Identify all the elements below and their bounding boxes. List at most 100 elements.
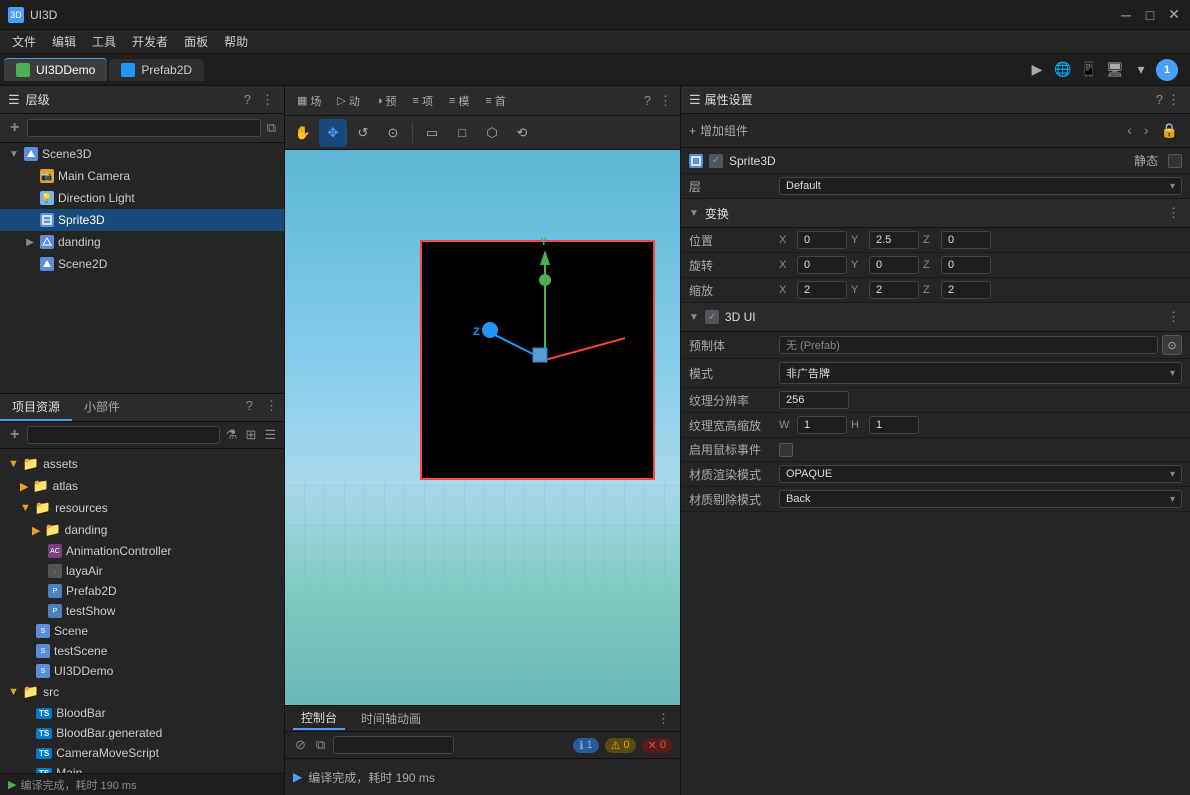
toolbar-anim[interactable]: ▷ 动 bbox=[331, 91, 365, 111]
console-clear[interactable]: ⊘ bbox=[293, 735, 308, 755]
tool-box[interactable]: □ bbox=[448, 119, 476, 147]
comp-sprite3d-checkbox[interactable] bbox=[709, 154, 723, 168]
toolbar-home[interactable]: ≡ 首 bbox=[479, 91, 511, 111]
assets-help[interactable]: ? bbox=[240, 394, 259, 421]
section-3dui-menu[interactable]: ⋮ bbox=[1165, 307, 1182, 327]
rot-y-input[interactable] bbox=[869, 256, 919, 274]
hierarchy-help[interactable]: ? bbox=[242, 90, 253, 109]
tool-reset[interactable]: ⟲ bbox=[508, 119, 536, 147]
assets-grid-view[interactable]: ⊞ bbox=[243, 425, 258, 445]
arrow-danding[interactable]: ▶ bbox=[24, 237, 36, 248]
dropdown-button[interactable]: ▾ bbox=[1130, 59, 1152, 81]
tool-rotate[interactable]: ↺ bbox=[349, 119, 377, 147]
assets-search-input[interactable] bbox=[27, 426, 219, 444]
tree-item-scene2d[interactable]: ▶ Scene2D bbox=[0, 253, 284, 275]
section-transform-menu[interactable]: ⋮ bbox=[1165, 203, 1182, 223]
matrendermode-dropdown[interactable]: OPAQUE ▾ bbox=[779, 465, 1182, 483]
section-3dui[interactable]: ▼ 3D UI ⋮ bbox=[681, 303, 1190, 332]
toolbar-preview[interactable]: ◑ 预 bbox=[370, 91, 403, 111]
scene-help[interactable]: ? bbox=[642, 91, 653, 110]
texres-input[interactable] bbox=[779, 391, 849, 409]
lock-btn[interactable]: 🔒 bbox=[1157, 120, 1182, 141]
mode-dropdown[interactable]: 非广告牌 ▾ bbox=[779, 362, 1182, 384]
assets-filter[interactable]: ⚗ bbox=[224, 425, 240, 445]
props-menu[interactable]: ⋮ bbox=[1165, 90, 1182, 110]
prefab-input[interactable] bbox=[779, 336, 1158, 354]
tool-rect[interactable]: ▭ bbox=[418, 119, 446, 147]
file-bloodbar-gen[interactable]: TS BloodBar.generated bbox=[4, 723, 280, 743]
file-animcontroller[interactable]: AC AnimationController bbox=[4, 541, 280, 561]
menu-file[interactable]: 文件 bbox=[4, 31, 44, 52]
tex-h-input[interactable] bbox=[869, 416, 919, 434]
mobile-button[interactable]: 📱 bbox=[1078, 59, 1100, 81]
minimize-button[interactable]: ─ bbox=[1118, 7, 1134, 23]
file-layaair[interactable]: · layaAir bbox=[4, 561, 280, 581]
scene-menu[interactable]: ⋮ bbox=[657, 91, 674, 111]
tab-project-assets[interactable]: 项目资源 bbox=[0, 394, 72, 421]
monitor-button[interactable]: 🖥 bbox=[1104, 59, 1126, 81]
rot-z-input[interactable] bbox=[941, 256, 991, 274]
tool-hand[interactable]: ✋ bbox=[289, 119, 317, 147]
tree-item-scene3d[interactable]: ▼ Scene3D bbox=[0, 143, 284, 165]
file-testscene[interactable]: S testScene bbox=[4, 641, 280, 661]
pos-y-input[interactable] bbox=[869, 231, 919, 249]
toolbar-project[interactable]: ≡ 项 bbox=[407, 91, 439, 111]
rot-x-input[interactable] bbox=[797, 256, 847, 274]
hierarchy-copy[interactable]: ⧉ bbox=[265, 118, 278, 138]
file-cameramovescript[interactable]: TS CameraMoveScript bbox=[4, 743, 280, 763]
console-search-input[interactable] bbox=[333, 736, 454, 754]
menu-help[interactable]: 帮助 bbox=[216, 31, 256, 52]
menu-tools[interactable]: 工具 bbox=[84, 31, 124, 52]
file-scene[interactable]: S Scene bbox=[4, 621, 280, 641]
maximize-button[interactable]: □ bbox=[1142, 7, 1158, 23]
play-button[interactable]: ▶ bbox=[1026, 59, 1048, 81]
tab-widgets[interactable]: 小部件 bbox=[72, 394, 132, 421]
assets-list-view[interactable]: ☰ bbox=[262, 425, 278, 445]
props-help[interactable]: ? bbox=[1154, 90, 1165, 109]
menu-edit[interactable]: 编辑 bbox=[44, 31, 84, 52]
layer-dropdown[interactable]: Default ▾ bbox=[779, 177, 1182, 195]
tab-timeline[interactable]: 时间轴动画 bbox=[353, 708, 429, 729]
folder-src[interactable]: ▼ 📁 src bbox=[4, 681, 280, 703]
tab-prefab2d[interactable]: Prefab2D bbox=[109, 59, 204, 81]
matcullmode-dropdown[interactable]: Back ▾ bbox=[779, 490, 1182, 508]
hierarchy-search-input[interactable] bbox=[27, 119, 260, 137]
tool-scale[interactable]: ⊙ bbox=[379, 119, 407, 147]
assets-menu[interactable]: ⋮ bbox=[259, 394, 284, 421]
hierarchy-add-button[interactable]: + bbox=[6, 119, 23, 137]
section-transform[interactable]: ▼ 变换 ⋮ bbox=[681, 199, 1190, 228]
menu-panel[interactable]: 面板 bbox=[176, 31, 216, 52]
folder-resources[interactable]: ▼ 📁 resources bbox=[4, 497, 280, 519]
tab-ui3ddemo[interactable]: UI3DDemo bbox=[4, 58, 107, 81]
console-menu[interactable]: ⋮ bbox=[655, 709, 672, 729]
file-prefab2d[interactable]: P Prefab2D bbox=[4, 581, 280, 601]
notification-badge[interactable]: 1 bbox=[1156, 59, 1178, 81]
close-button[interactable]: ✕ bbox=[1166, 7, 1182, 23]
file-bloodbar[interactable]: TS BloodBar bbox=[4, 703, 280, 723]
toolbar-scene[interactable]: ▦ 场 bbox=[291, 91, 327, 111]
tree-item-dirlight[interactable]: ▶ 💡 Direction Light bbox=[0, 187, 284, 209]
mouseevent-checkbox[interactable] bbox=[779, 443, 793, 457]
arrow-scene3d[interactable]: ▼ bbox=[8, 149, 20, 160]
scale-y-input[interactable] bbox=[869, 281, 919, 299]
console-copy[interactable]: ⧉ bbox=[314, 735, 327, 755]
nav-next[interactable]: › bbox=[1140, 120, 1153, 141]
static-checkbox[interactable] bbox=[1168, 154, 1182, 168]
assets-add-button[interactable]: + bbox=[6, 426, 23, 444]
folder-atlas[interactable]: ▶ 📁 atlas bbox=[4, 475, 280, 497]
nav-prev[interactable]: ‹ bbox=[1123, 120, 1136, 141]
toolbar-model[interactable]: ≡ 模 bbox=[443, 91, 475, 111]
menu-dev[interactable]: 开发者 bbox=[124, 31, 176, 52]
tab-console[interactable]: 控制台 bbox=[293, 707, 345, 730]
tex-w-input[interactable] bbox=[797, 416, 847, 434]
section-3dui-checkbox[interactable] bbox=[705, 310, 719, 324]
scale-x-input[interactable] bbox=[797, 281, 847, 299]
prefab-locate-button[interactable]: ⊙ bbox=[1162, 335, 1182, 355]
folder-danding-asset[interactable]: ▶ 📁 danding bbox=[4, 519, 280, 541]
file-testshow[interactable]: P testShow bbox=[4, 601, 280, 621]
tree-item-maincam[interactable]: ▶ 📷 Main Camera bbox=[0, 165, 284, 187]
scale-z-input[interactable] bbox=[941, 281, 991, 299]
pos-x-input[interactable] bbox=[797, 231, 847, 249]
tree-item-danding[interactable]: ▶ danding bbox=[0, 231, 284, 253]
file-main[interactable]: TS Main bbox=[4, 763, 280, 773]
